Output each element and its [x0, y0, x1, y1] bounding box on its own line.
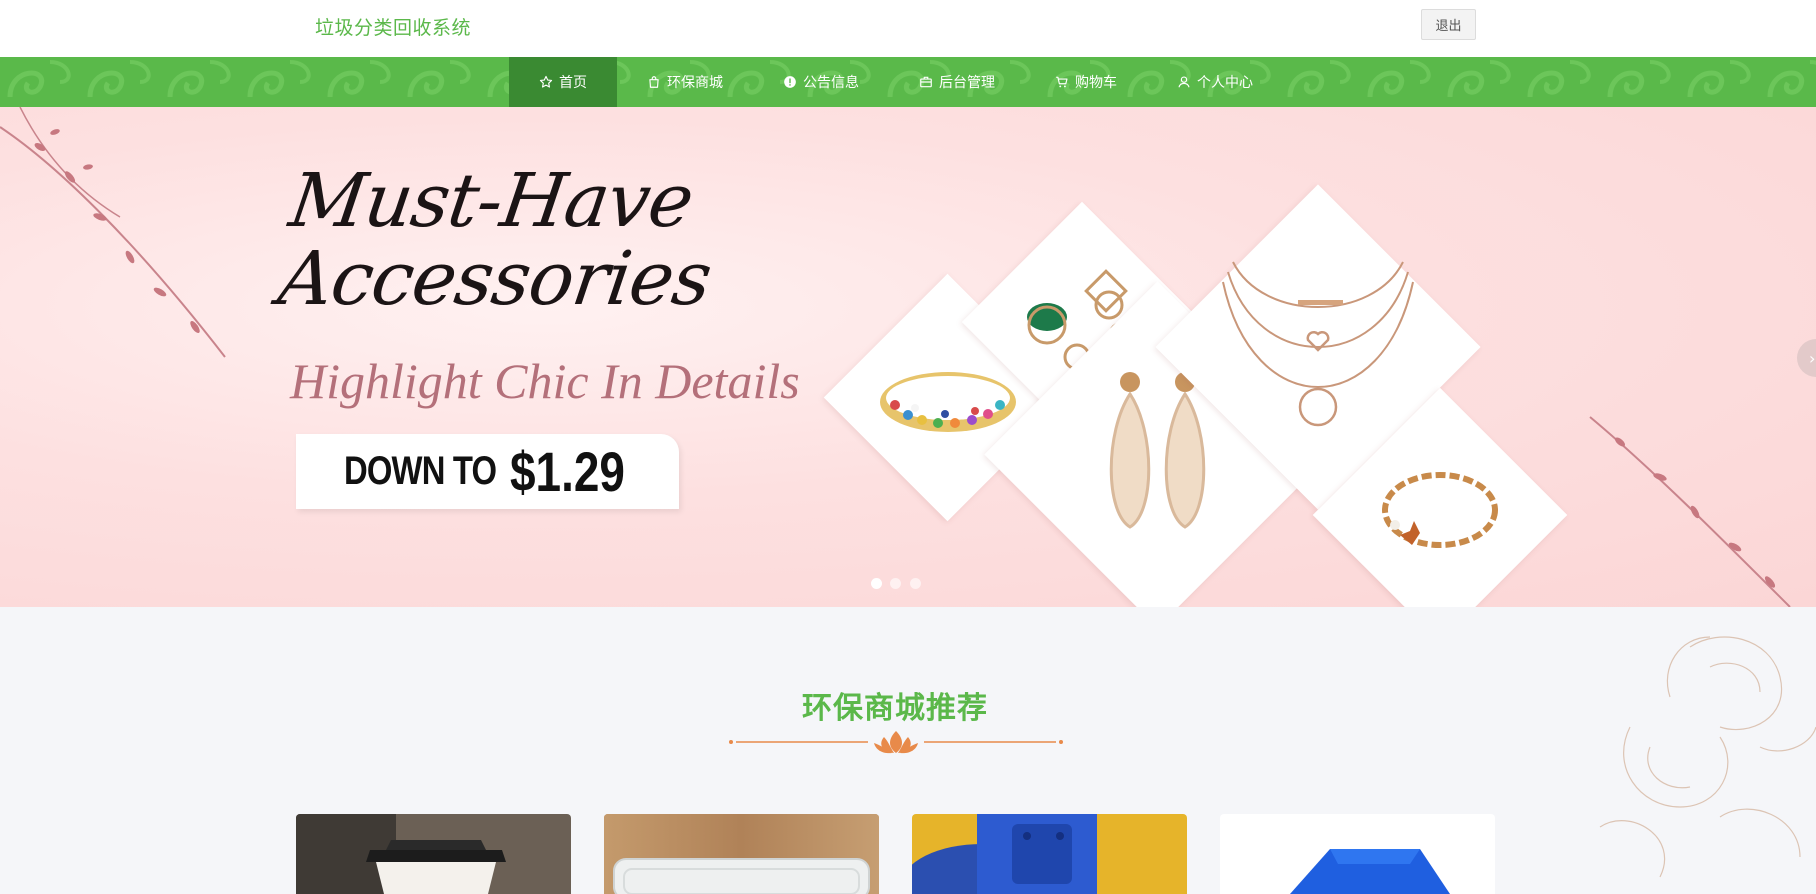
nav-item-home[interactable]: 首页: [509, 57, 617, 107]
product-image: [912, 814, 1187, 894]
product-image: [604, 814, 879, 894]
branch-decoration-left: [0, 107, 226, 358]
site-title[interactable]: 垃圾分类回收系统: [315, 13, 471, 40]
nav-item-mall[interactable]: 环保商城: [617, 57, 753, 107]
product-card-blue-crate[interactable]: [1220, 814, 1495, 894]
banner-headline: Must-Have Accessories: [273, 158, 726, 322]
cart-icon: [1056, 76, 1068, 88]
bracelet-image: [1382, 472, 1498, 548]
nav-item-label: 公告信息: [803, 75, 859, 91]
product-image: [296, 814, 571, 894]
lotus-divider: [729, 731, 1063, 754]
product-image: [1220, 814, 1495, 894]
user-icon: [1178, 76, 1190, 88]
banner-headline-line2: Accessories: [273, 236, 716, 322]
banner-price-box: DOWN TO $1.29: [296, 434, 679, 509]
nav-item-cart[interactable]: 购物车: [1025, 57, 1147, 107]
nav-item-label: 首页: [559, 75, 587, 91]
branch-decoration-right: [1589, 416, 1791, 607]
lotus-icon: [874, 731, 918, 754]
nav-items: 首页 环保商城 公告信息 后台管理 购物车 个人中心: [509, 57, 1283, 107]
carousel-dot-1[interactable]: [871, 578, 882, 589]
nav-item-label: 环保商城: [667, 75, 723, 91]
price-prefix: DOWN TO: [344, 449, 497, 493]
floral-decoration: [1599, 636, 1816, 878]
carousel-next-button[interactable]: ›: [1797, 339, 1816, 377]
product-card-blue-pellets[interactable]: [912, 814, 1187, 894]
star-icon: [539, 75, 553, 88]
main-nav: 首页 环保商城 公告信息 后台管理 购物车 个人中心: [0, 57, 1816, 107]
banner-subheadline: Highlight Chic In Details: [290, 353, 800, 409]
logout-button[interactable]: 退出: [1421, 9, 1476, 40]
nav-item-label: 个人中心: [1197, 75, 1253, 91]
nav-item-label: 购物车: [1075, 75, 1117, 91]
carousel-dot-3[interactable]: [910, 578, 921, 589]
product-card-plastic-container[interactable]: [604, 814, 879, 894]
carousel-dot-2[interactable]: [890, 578, 901, 589]
nav-item-admin[interactable]: 后台管理: [889, 57, 1025, 107]
nav-item-notice[interactable]: 公告信息: [753, 57, 889, 107]
info-icon: [784, 76, 796, 88]
section-title: 环保商城推荐: [802, 691, 988, 726]
top-header: 垃圾分类回收系统 退出: [0, 0, 1816, 57]
chevron-right-icon: ›: [1809, 348, 1816, 368]
shopping-bag-icon: [649, 76, 659, 88]
nav-item-label: 后台管理: [939, 75, 995, 91]
product-card-coffee-cup[interactable]: [296, 814, 571, 894]
nav-item-profile[interactable]: 个人中心: [1147, 57, 1283, 107]
banner-headline-line1: Must-Have: [284, 158, 698, 244]
price-value: $1.29: [509, 440, 625, 503]
briefcase-icon: [920, 76, 932, 88]
banner-carousel[interactable]: Must-Have Accessories Highlight Chic In …: [0, 107, 1816, 607]
